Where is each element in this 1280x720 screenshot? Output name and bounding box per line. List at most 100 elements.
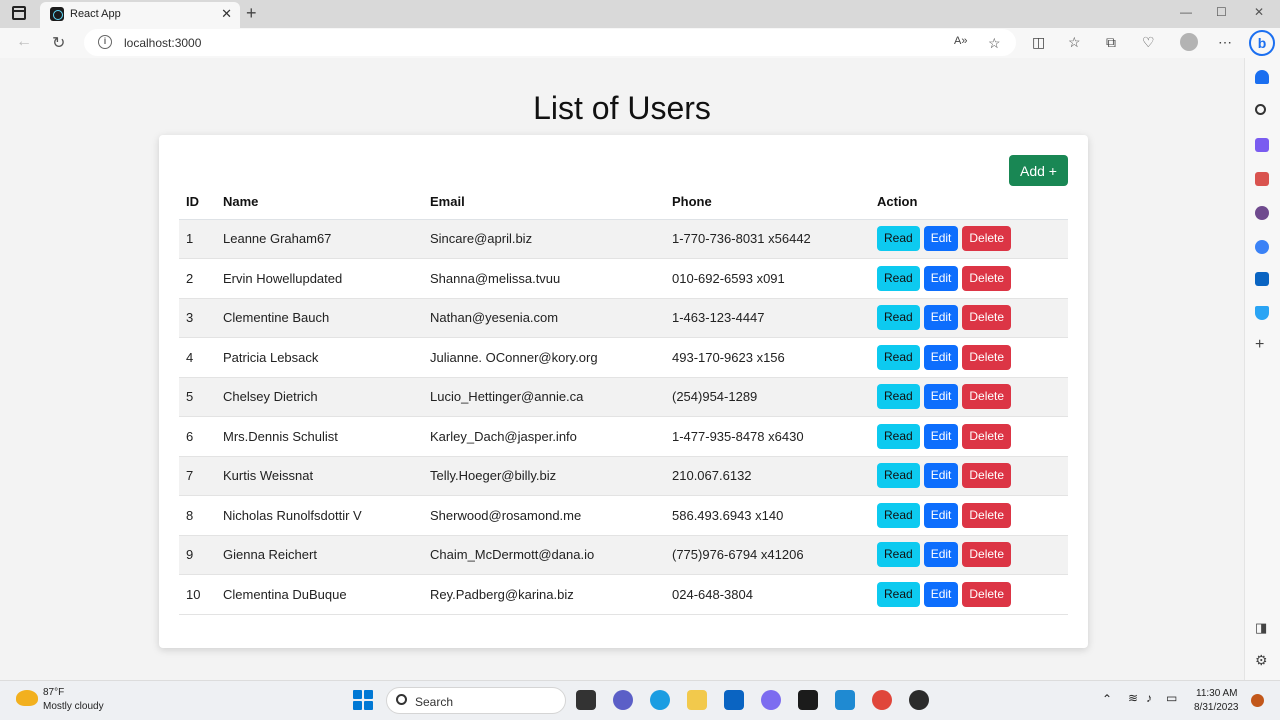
wifi-icon[interactable]: ≋ — [1128, 691, 1138, 705]
webstorm-icon[interactable] — [798, 690, 818, 710]
read-button[interactable]: Read — [877, 502, 920, 528]
weather-temp[interactable]: 87°F — [43, 687, 64, 698]
weather-cloud-icon[interactable] — [16, 690, 38, 706]
cell-actions: Read Edit Delete — [870, 495, 1068, 536]
notification-bell-icon[interactable] — [1255, 70, 1269, 84]
maximize-button[interactable]: ☐ — [1216, 5, 1227, 19]
more-options-icon[interactable]: ⋯ — [1218, 34, 1232, 51]
clock-date[interactable]: 8/31/2023 — [1194, 702, 1239, 713]
cell-actions: Read Edit Delete — [870, 377, 1068, 417]
delete-button[interactable]: Delete — [962, 265, 1012, 291]
delete-button[interactable]: Delete — [962, 226, 1012, 252]
github-desktop-icon[interactable] — [909, 690, 929, 710]
tab-close-icon[interactable]: ✕ — [221, 6, 232, 22]
table-row: 7 Kurtis Weissnat Telly.Hoeger@billy.biz 21… — [179, 456, 1068, 496]
new-tab-button[interactable]: + — [246, 3, 257, 24]
drop-icon[interactable] — [1255, 306, 1269, 320]
read-button[interactable]: Read — [877, 542, 920, 568]
notification-badge-icon[interactable] — [1251, 694, 1264, 707]
split-screen-icon[interactable]: ◫ — [1032, 34, 1045, 51]
cell-id: 6 — [179, 416, 216, 457]
edit-button[interactable]: Edit — [923, 502, 959, 528]
copilot-app-icon[interactable] — [761, 690, 781, 710]
cell-email: Julianne. OConner@kory.org — [423, 337, 665, 378]
cell-name: Nicholas Runolfsdottir V — [216, 495, 423, 536]
delete-button[interactable]: Delete — [962, 542, 1012, 568]
minimize-button[interactable]: — — [1180, 5, 1192, 19]
edit-button[interactable]: Edit — [923, 542, 959, 568]
cell-id: 7 — [179, 456, 216, 496]
delete-button[interactable]: Delete — [962, 423, 1012, 449]
edit-button[interactable]: Edit — [923, 423, 959, 449]
browser-title-bar: React App ✕ + — ☐ ✕ — [0, 0, 1280, 28]
header-phone: Phone — [665, 185, 870, 220]
browser-tab[interactable]: React App ✕ — [40, 2, 240, 28]
delete-button[interactable]: Delete — [962, 384, 1012, 410]
page-title: List of Users — [533, 90, 711, 126]
clock-time[interactable]: 11:30 AM — [1196, 688, 1238, 699]
vscode-icon[interactable] — [835, 690, 855, 710]
read-button[interactable]: Read — [877, 226, 920, 252]
taskbar-search-box[interactable]: Search — [386, 687, 566, 714]
delete-button[interactable]: Delete — [962, 463, 1012, 489]
read-button[interactable]: Read — [877, 463, 920, 489]
read-button[interactable]: Read — [877, 384, 920, 410]
mail-icon[interactable] — [724, 690, 744, 710]
task-view-icon[interactable] — [576, 690, 596, 710]
microsoft-365-icon[interactable] — [1255, 240, 1269, 254]
delete-button[interactable]: Delete — [962, 344, 1012, 370]
favorite-star-icon[interactable]: ☆ — [988, 35, 1001, 52]
read-button[interactable]: Read — [877, 265, 920, 291]
read-button[interactable]: Read — [877, 581, 920, 607]
back-icon[interactable]: ← — [16, 33, 32, 51]
edit-button[interactable]: Edit — [923, 344, 959, 370]
read-button[interactable]: Read — [877, 423, 920, 449]
edit-button[interactable]: Edit — [923, 305, 959, 331]
tray-overflow-icon[interactable]: ⌃ — [1102, 692, 1112, 706]
file-explorer-icon[interactable] — [687, 690, 707, 710]
weather-desc[interactable]: Mostly cloudy — [43, 701, 104, 712]
teams-chat-icon[interactable] — [613, 690, 633, 710]
workspaces-icon[interactable] — [12, 6, 26, 20]
edge-app-icon[interactable] — [650, 690, 670, 710]
read-button[interactable]: Read — [877, 344, 920, 370]
close-window-button[interactable]: ✕ — [1254, 5, 1264, 19]
favorites-icon[interactable]: ☆ — [1068, 34, 1081, 51]
add-user-button[interactable]: Add + — [1009, 155, 1068, 186]
add-sidebar-app-icon[interactable]: + — [1255, 336, 1269, 353]
shopping-icon[interactable] — [1255, 138, 1269, 152]
cell-phone: 1-770-736-8031 x56442 — [665, 219, 870, 259]
bing-copilot-icon[interactable]: b — [1249, 30, 1275, 56]
edit-button[interactable]: Edit — [923, 463, 959, 489]
games-icon[interactable] — [1255, 206, 1269, 220]
header-name: Name — [216, 185, 423, 220]
edit-button[interactable]: Edit — [923, 384, 959, 410]
delete-button[interactable]: Delete — [962, 305, 1012, 331]
battery-icon[interactable]: ▭ — [1166, 691, 1177, 705]
edit-button[interactable]: Edit — [923, 265, 959, 291]
volume-icon[interactable]: ♪ — [1146, 691, 1152, 705]
sidebar-settings-icon[interactable]: ⚙ — [1255, 652, 1269, 668]
search-icon — [396, 694, 407, 705]
tools-icon[interactable] — [1255, 172, 1269, 186]
url-text[interactable]: localhost:3000 — [124, 36, 201, 50]
delete-button[interactable]: Delete — [962, 581, 1012, 607]
site-info-icon[interactable]: i — [98, 35, 112, 49]
profile-avatar[interactable] — [1180, 33, 1198, 51]
edit-button[interactable]: Edit — [923, 226, 959, 252]
address-bar[interactable]: i localhost:3000 A» ☆ — [84, 29, 1016, 56]
browser-essentials-icon[interactable]: ♡ — [1142, 34, 1155, 51]
read-aloud-icon[interactable]: A» — [954, 35, 967, 47]
cell-email: Sincare@april.biz — [423, 219, 665, 259]
refresh-icon[interactable]: ↻ — [52, 33, 65, 53]
edit-button[interactable]: Edit — [923, 581, 959, 607]
collections-icon[interactable]: ⧉ — [1106, 34, 1116, 51]
read-button[interactable]: Read — [877, 305, 920, 331]
hide-sidebar-icon[interactable]: ◨ — [1255, 620, 1269, 635]
chrome-icon[interactable] — [872, 690, 892, 710]
search-sidebar-icon[interactable] — [1255, 104, 1266, 115]
start-icon[interactable] — [353, 690, 373, 710]
outlook-icon[interactable] — [1255, 272, 1269, 286]
delete-button[interactable]: Delete — [962, 502, 1012, 528]
cell-phone: 210.067.6132 — [665, 456, 870, 496]
